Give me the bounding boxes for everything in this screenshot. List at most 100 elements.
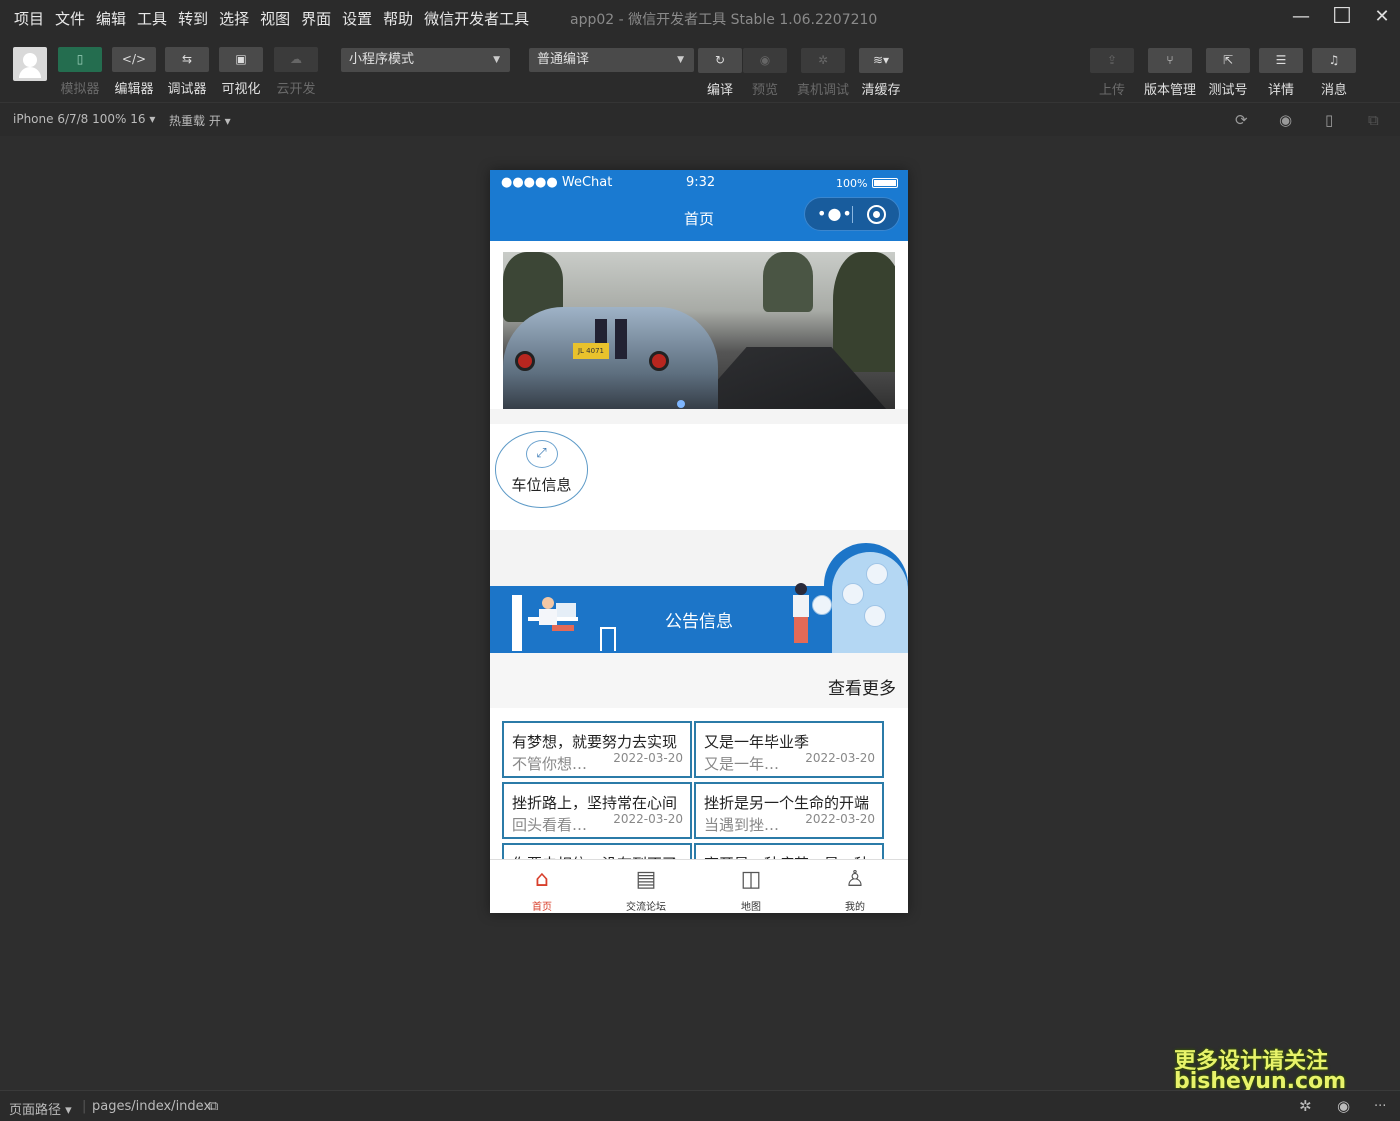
car-taillight — [649, 351, 669, 371]
phone-icon: ▯ — [58, 47, 102, 72]
tab-home[interactable]: ⌂ 首页 — [490, 864, 594, 913]
version-label: 版本管理 — [1143, 83, 1196, 98]
banner-carousel[interactable]: JL 4071 — [503, 252, 895, 419]
notice-banner: 公告信息 — [490, 543, 908, 653]
copy-icon[interactable]: ⧉ — [209, 1099, 218, 1114]
version-button[interactable]: ⑂ 版本管理 — [1144, 48, 1196, 98]
avatar-bubble — [864, 605, 886, 627]
minimize-icon[interactable]: — — [1289, 6, 1313, 27]
visual-button[interactable]: ▣ 可视化 — [218, 47, 264, 97]
card-summary: 又是一年… — [704, 755, 780, 773]
tab-label: 地图 — [741, 902, 761, 913]
clear-cache-label: 清缓存 — [861, 83, 901, 98]
mode-select[interactable]: 小程序模式 ▼ — [341, 48, 510, 72]
eye-icon: ◉ — [743, 48, 787, 73]
main-menu: 项目 文件 编辑 工具 转到 选择 视图 界面 设置 帮助 微信开发者工具 — [14, 8, 540, 29]
menu-edit[interactable]: 编辑 — [96, 8, 126, 29]
more-icon[interactable]: •●• — [817, 204, 853, 223]
card-date: 2022-03-20 — [613, 751, 683, 765]
tab-mine[interactable]: ♙ 我的 — [803, 864, 907, 913]
card-summary: 当遇到挫… — [704, 816, 780, 834]
editor-button[interactable]: </> 编辑器 — [111, 47, 157, 97]
remote-debug-button[interactable]: ✲ 真机调试 — [797, 48, 849, 98]
battery-icon — [872, 178, 898, 188]
tree-shape — [833, 252, 895, 372]
chat-icon: ▤ — [635, 867, 657, 892]
capsule-menu[interactable]: •●• — [804, 197, 900, 231]
refresh-icon: ↻ — [698, 48, 742, 73]
cloud-button[interactable]: ☁ 云开发 — [273, 47, 319, 97]
messages-label: 消息 — [1320, 83, 1347, 98]
card-title: 有梦想，就要努力去实现 — [512, 733, 678, 751]
menu-help[interactable]: 帮助 — [383, 8, 413, 29]
expand-icon: ⤢ — [525, 440, 558, 468]
menu-select[interactable]: 选择 — [219, 8, 249, 29]
bug-icon[interactable]: ✲ — [1299, 1097, 1312, 1115]
device-select[interactable]: iPhone 6/7/8 100% 16 ▾ — [13, 112, 155, 126]
more-icon[interactable]: ··· — [1374, 1099, 1386, 1114]
menu-project[interactable]: 项目 — [14, 8, 44, 29]
user-icon: ♙ — [845, 867, 865, 892]
page-path: pages/index/index — [92, 1099, 212, 1114]
clear-cache-button[interactable]: ≋▾ 清缓存 — [858, 48, 904, 98]
avatar[interactable] — [13, 47, 47, 81]
preview-button[interactable]: ◉ 预览 — [742, 48, 788, 98]
phone-simulator: ●●●●● WeChat 9:32 100% 首页 •●• JL 4071 ⤢ … — [490, 170, 908, 913]
category-parking[interactable]: ⤢ 车位信息 — [495, 431, 588, 508]
menu-interface[interactable]: 界面 — [301, 8, 331, 29]
view-more-link[interactable]: 查看更多 — [828, 674, 896, 699]
record-icon[interactable]: ◉ — [1279, 111, 1292, 129]
avatar-bubble — [842, 583, 864, 605]
debugger-icon: ⇆ — [165, 47, 209, 72]
tab-label: 首页 — [532, 902, 552, 913]
menu-goto[interactable]: 转到 — [178, 8, 208, 29]
menu-tools[interactable]: 工具 — [137, 8, 167, 29]
notice-card[interactable]: 又是一年毕业季 又是一年… 2022-03-20 — [694, 721, 884, 778]
simulator-button[interactable]: ▯ 模拟器 — [57, 47, 103, 97]
avatar-bubble — [812, 595, 832, 615]
close-miniprogram-icon[interactable] — [867, 205, 886, 224]
debugger-button[interactable]: ⇆ 调试器 — [164, 47, 210, 97]
messages-button[interactable]: ♫ 消息 — [1311, 48, 1357, 98]
presenter-head — [795, 583, 807, 595]
device-icon[interactable]: ▯ — [1325, 111, 1333, 129]
presenter-body — [793, 595, 809, 617]
details-button[interactable]: ☰ 详情 — [1258, 48, 1304, 98]
avatar-bubble — [866, 563, 888, 585]
eye-icon[interactable]: ◉ — [1337, 1097, 1350, 1115]
status-battery: 100% — [836, 177, 868, 190]
external-link-icon: ⇱ — [1206, 48, 1250, 73]
page-path-select[interactable]: 页面路径 ▾ — [9, 1099, 72, 1118]
branch-icon: ⑂ — [1148, 48, 1192, 73]
menu-settings[interactable]: 设置 — [342, 8, 372, 29]
tab-label: 我的 — [845, 902, 865, 913]
compile-select[interactable]: 普通编译 ▼ — [529, 48, 694, 72]
layers-icon: ≋▾ — [859, 48, 903, 73]
chevron-down-icon: ▼ — [677, 55, 684, 65]
notice-card[interactable]: 有梦想，就要努力去实现 不管你想… 2022-03-20 — [502, 721, 692, 778]
notice-card[interactable]: 挫折是另一个生命的开端 当遇到挫… 2022-03-20 — [694, 782, 884, 839]
wechat-navbar: ●●●●● WeChat 9:32 100% 首页 •●• — [490, 170, 908, 241]
status-time: 9:32 — [686, 175, 716, 190]
hotreload-select[interactable]: 热重载 开 ▾ — [169, 112, 231, 129]
rotate-icon[interactable]: ⟳ — [1235, 111, 1248, 129]
presenter-legs — [794, 617, 808, 643]
mode-select-value: 小程序模式 — [349, 52, 415, 67]
card-title: 挫折是另一个生命的开端 — [704, 794, 870, 812]
carousel-indicator[interactable] — [677, 400, 685, 408]
arch-illustration — [812, 543, 908, 653]
close-icon[interactable]: ✕ — [1370, 6, 1394, 27]
tab-forum[interactable]: ▤ 交流论坛 — [594, 864, 698, 913]
menu-file[interactable]: 文件 — [55, 8, 85, 29]
upload-button[interactable]: ⇪ 上传 — [1089, 48, 1135, 98]
window-icon[interactable]: ⧉ — [1368, 111, 1379, 129]
divider: | — [82, 1099, 87, 1114]
menu-devtools[interactable]: 微信开发者工具 — [424, 8, 529, 29]
notice-card[interactable]: 挫折路上，坚持常在心间 回头看看… 2022-03-20 — [502, 782, 692, 839]
maximize-icon[interactable]: ☐ — [1330, 4, 1354, 29]
tab-map[interactable]: ◫ 地图 — [699, 864, 803, 913]
test-account-button[interactable]: ⇱ 测试号 — [1205, 48, 1251, 98]
bug-icon: ✲ — [801, 48, 845, 73]
bell-icon: ♫ — [1312, 48, 1356, 73]
menu-view[interactable]: 视图 — [260, 8, 290, 29]
